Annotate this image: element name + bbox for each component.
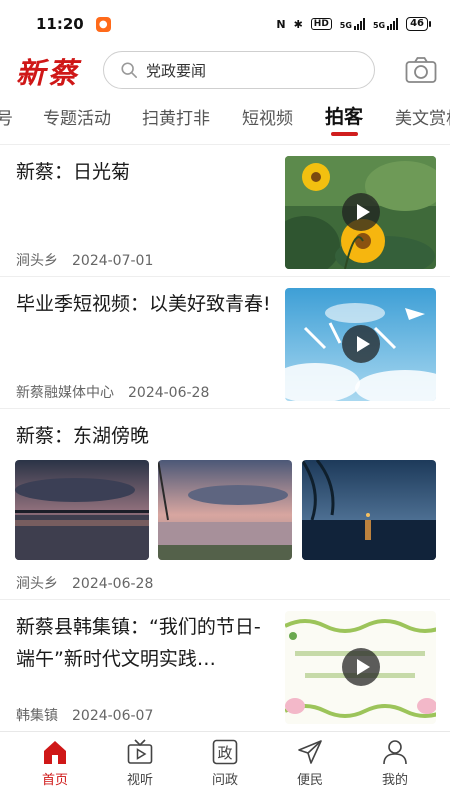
article-meta: 涧头乡 2024-07-01 (16, 250, 153, 270)
tab-anti-porn[interactable]: 扫黄打非 (142, 104, 210, 129)
nav-profile[interactable]: 我的 (365, 738, 425, 788)
tab-short-video[interactable]: 短视频 (242, 104, 293, 129)
article-date: 2024-06-28 (128, 385, 210, 401)
article-title: 新蔡：日光菊 (16, 161, 131, 183)
article-image-2 (158, 460, 292, 560)
article-image-1 (15, 460, 149, 560)
article-date: 2024-06-07 (72, 708, 154, 724)
nfc-icon: N (276, 17, 286, 31)
article-source: 韩集镇 (16, 708, 58, 724)
category-tabs: 号 专题活动 扫黄打非 短视频 拍客 美文赏析 (0, 92, 450, 144)
nav-watch[interactable]: 视听 (110, 738, 170, 788)
article-thumbnail (285, 288, 436, 401)
tab-paike[interactable]: 拍客 (325, 102, 363, 129)
camera-icon[interactable] (405, 56, 437, 84)
video-play-icon[interactable] (342, 325, 380, 363)
status-time: 11:20 (36, 15, 84, 33)
video-play-icon[interactable] (342, 193, 380, 231)
status-indicators: N ✱ HD 5G 5G 46 (276, 17, 431, 31)
search-placeholder: 党政要闻 (146, 61, 207, 80)
home-icon (44, 741, 66, 764)
send-icon (298, 740, 322, 764)
nav-label: 问政 (211, 773, 238, 788)
article-item[interactable]: 毕业季短视频：以美好致青春! 新蔡融媒体中心 2024-06-28 (0, 277, 450, 409)
battery-icon: 46 (406, 17, 431, 31)
article-date: 2024-07-01 (72, 253, 154, 269)
article-date: 2024-06-28 (72, 576, 154, 592)
signal-icon: 5G (340, 18, 365, 30)
article-title: 毕业季短视频：以美好致青春! (16, 293, 271, 315)
app-notification-icon: ● (95, 16, 111, 32)
article-image-3 (302, 460, 436, 560)
nav-label: 我的 (381, 773, 408, 788)
article-item[interactable]: 新蔡县韩集镇：“我们的节日-端午”新时代文明实践… 韩集镇 2024-06-07 (0, 600, 450, 731)
article-title: 新蔡：东湖傍晚 (16, 425, 150, 447)
bottom-navigation: 首页 视听 政 问政 便民 我的 (0, 731, 450, 800)
bluetooth-icon: ✱ (293, 17, 303, 31)
nav-label: 便民 (296, 773, 323, 788)
zheng-icon: 政 (212, 739, 238, 765)
tv-icon (127, 739, 153, 764)
video-play-icon[interactable] (342, 648, 380, 686)
user-icon (383, 740, 407, 765)
article-thumbnail (285, 156, 436, 269)
app-logo: 新蔡 (16, 56, 81, 90)
search-icon (121, 62, 138, 79)
active-tab-indicator (331, 132, 358, 136)
nav-inquiry[interactable]: 政 问政 (195, 738, 255, 788)
article-meta: 新蔡融媒体中心 2024-06-28 (16, 382, 209, 402)
article-title: 新蔡县韩集镇：“我们的节日-端午”新时代文明实践… (16, 616, 261, 670)
article-source: 涧头乡 (16, 576, 58, 592)
article-item[interactable]: 新蔡：日光菊 涧头乡 2024-07-01 (0, 145, 450, 277)
hd-badge: HD (310, 18, 332, 30)
tab-special-events[interactable]: 专题活动 (43, 104, 111, 129)
tab-partial[interactable]: 号 (0, 104, 13, 129)
app-header: 新蔡 党政要闻 (0, 48, 450, 92)
nav-services[interactable]: 便民 (280, 738, 340, 788)
search-box[interactable]: 党政要闻 (103, 51, 375, 89)
status-bar: 11:20 ● N ✱ HD 5G 5G 46 (0, 0, 450, 48)
tab-prose[interactable]: 美文赏析 (395, 104, 450, 129)
article-item[interactable]: 新蔡：东湖傍晚 涧头乡 2024-06-28 (0, 409, 450, 600)
article-source: 涧头乡 (16, 253, 58, 269)
nav-label: 首页 (41, 773, 68, 788)
nav-label: 视听 (126, 773, 153, 788)
article-meta: 韩集镇 2024-06-07 (16, 705, 153, 725)
zheng-glyph: 政 (217, 744, 232, 762)
signal-2-icon: 5G (373, 18, 399, 30)
nav-home[interactable]: 首页 (25, 738, 85, 788)
article-source: 新蔡融媒体中心 (16, 385, 114, 401)
article-thumbnail (285, 611, 436, 724)
article-meta: 涧头乡 2024-06-28 (16, 573, 153, 593)
